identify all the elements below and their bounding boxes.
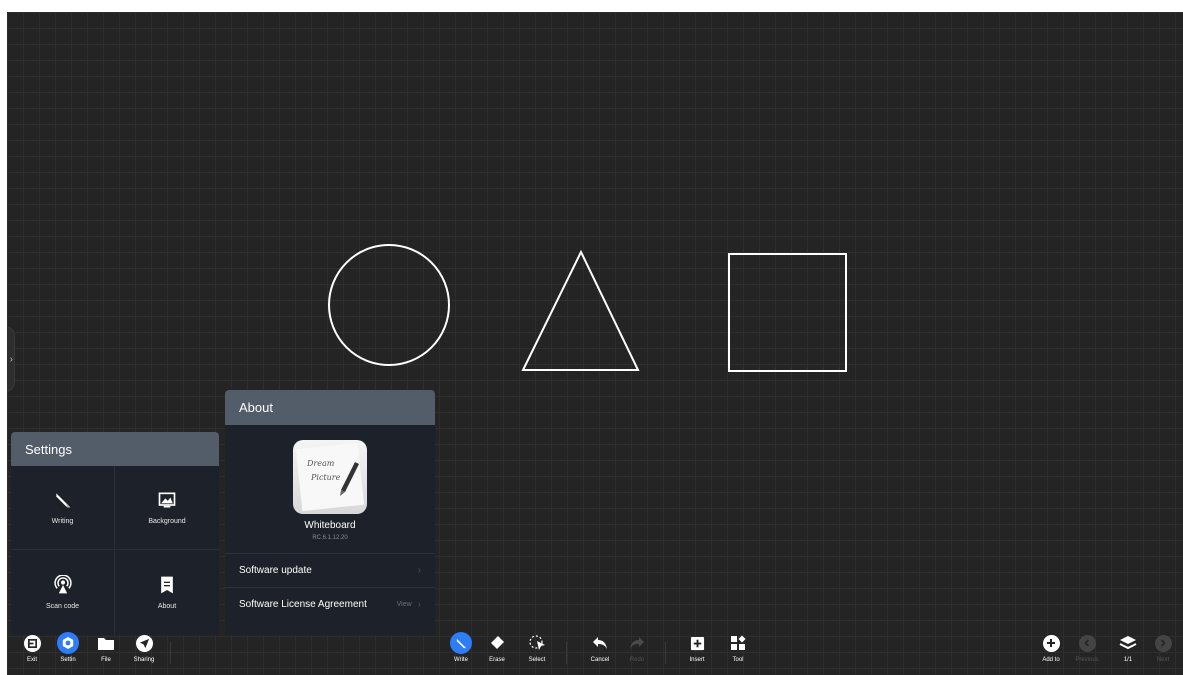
undo-icon [589, 632, 611, 654]
select-icon [526, 632, 548, 654]
license-view-link[interactable]: View [397, 601, 412, 608]
select-button[interactable]: Select [517, 632, 557, 663]
settings-button[interactable]: Settin [48, 632, 88, 663]
settings-writing[interactable]: Writing [11, 466, 115, 550]
eraser-icon [486, 632, 508, 654]
license-agreement-label: Software License Agreement [239, 599, 367, 610]
exit-icon [23, 634, 41, 652]
select-label: Select [528, 657, 546, 663]
settings-background-label: Background [148, 518, 186, 525]
folder-icon [95, 632, 117, 654]
redo-button[interactable]: Redo [617, 632, 657, 663]
svg-text:Picture: Picture [310, 473, 341, 482]
settings-panel: Settings Writing Background Scan code Ab… [11, 432, 219, 635]
cancel-button[interactable]: Cancel [580, 632, 620, 663]
next-page-label: Next [1156, 657, 1170, 663]
chevron-right-icon: › [417, 599, 421, 610]
settings-scan-code-label: Scan code [45, 603, 80, 610]
settings-about[interactable]: About [115, 550, 219, 635]
tools-icon [727, 632, 749, 654]
layers-icon [1117, 632, 1139, 654]
erase-button[interactable]: Erase [477, 632, 517, 663]
svg-text:Dream: Dream [306, 459, 335, 468]
insert-icon [686, 632, 708, 654]
page-counter: 1/1 [1123, 657, 1133, 663]
add-page-label: Add to [1042, 657, 1060, 663]
tool-button[interactable]: Tool [718, 632, 758, 663]
insert-button[interactable]: Insert [677, 632, 717, 663]
redo-icon [626, 632, 648, 654]
app-name: Whiteboard [304, 520, 356, 531]
settings-label: Settin [60, 657, 76, 663]
software-update-row[interactable]: Software update › [225, 553, 435, 587]
next-page-button[interactable]: Next [1143, 632, 1183, 663]
square-shape[interactable] [723, 248, 847, 372]
exit-button[interactable]: Exit [12, 632, 52, 663]
toolbar-divider [665, 642, 666, 664]
about-title: About [225, 390, 435, 425]
sharing-button[interactable]: Sharing [124, 632, 164, 663]
exit-label: Exit [26, 657, 37, 663]
file-label: File [101, 657, 111, 663]
redo-label: Redo [629, 657, 645, 663]
cancel-label: Cancel [590, 657, 610, 663]
triangle-shape[interactable] [515, 246, 641, 376]
settings-scan-code[interactable]: Scan code [11, 550, 115, 635]
previous-page-label: Previous [1075, 657, 1099, 663]
settings-icon [57, 632, 79, 654]
document-icon [161, 576, 173, 594]
chevron-right-icon [1154, 634, 1172, 652]
page-layers-button[interactable]: 1/1 [1108, 632, 1148, 663]
broadcast-icon [53, 575, 72, 594]
previous-page-button[interactable]: Previous [1067, 632, 1107, 663]
chevron-left-icon [1078, 634, 1096, 652]
settings-title: Settings [11, 432, 219, 466]
plus-icon [1042, 634, 1060, 652]
settings-about-label: About [157, 603, 177, 610]
whiteboard-canvas[interactable]: › Settings Writing Background Scan code … [7, 12, 1183, 675]
settings-writing-label: Writing [51, 518, 74, 525]
settings-background[interactable]: Background [115, 466, 219, 550]
insert-label: Insert [689, 657, 705, 663]
send-icon [135, 634, 153, 652]
sharing-label: Sharing [133, 657, 155, 663]
pen-icon [450, 632, 472, 654]
about-panel: About Dream Picture Whiteboard RC.6.1.12… [225, 390, 435, 635]
license-agreement-row[interactable]: Software License Agreement View › [225, 587, 435, 621]
app-version: RC.6.1.12.20 [312, 535, 348, 541]
software-update-label: Software update [239, 565, 312, 576]
erase-label: Erase [489, 657, 505, 663]
chevron-right-icon: › [417, 565, 421, 576]
tool-label: Tool [732, 657, 744, 663]
toolbar-divider [170, 642, 171, 664]
write-label: Write [454, 657, 468, 663]
add-page-button[interactable]: Add to [1031, 632, 1071, 663]
image-icon [158, 492, 176, 508]
side-panel-handle[interactable]: › [7, 326, 15, 392]
write-button[interactable]: Write [441, 632, 481, 663]
circle-shape[interactable] [325, 241, 453, 369]
file-button[interactable]: File [86, 632, 126, 663]
pen-icon [55, 493, 70, 508]
toolbar-divider [566, 642, 567, 664]
app-logo: Dream Picture [293, 440, 367, 514]
